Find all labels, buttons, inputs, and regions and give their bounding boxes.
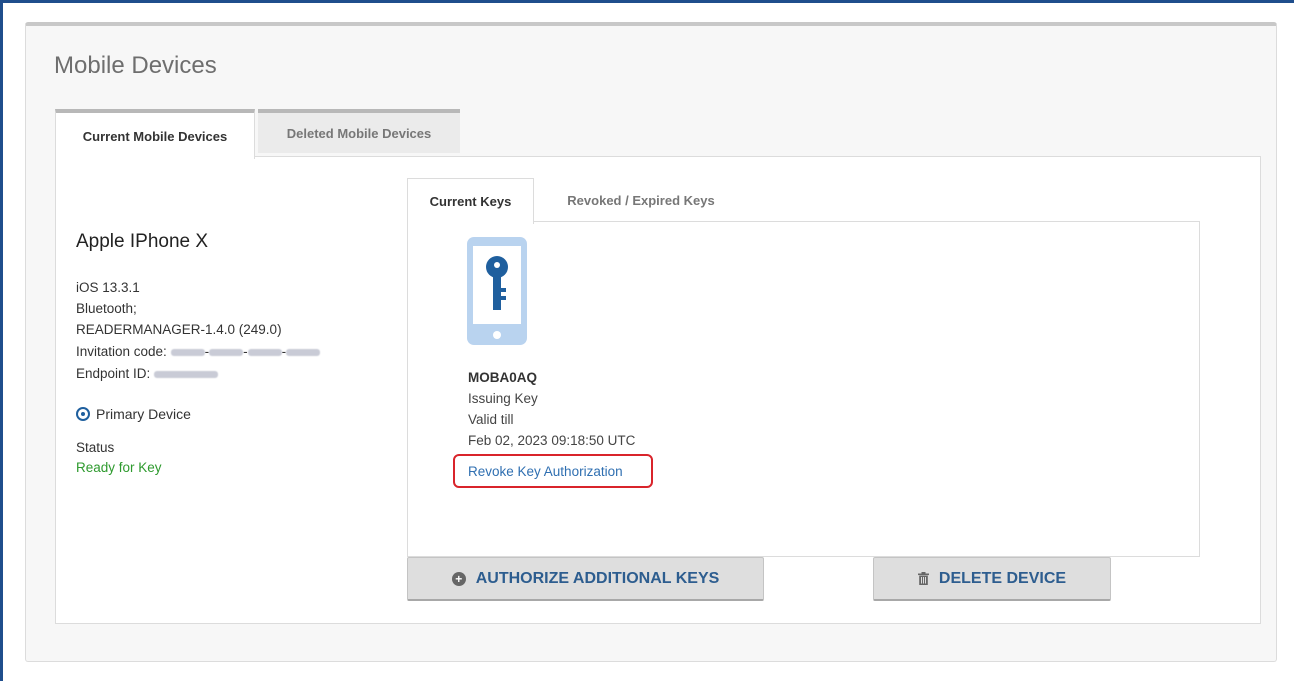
key-state: Issuing Key — [468, 391, 538, 406]
tab-current-mobile-devices[interactable]: Current Mobile Devices — [55, 109, 255, 159]
key-id: MOBA0AQ — [468, 370, 538, 385]
primary-device-radio-icon[interactable] — [76, 407, 90, 421]
invitation-code-label: Invitation code: — [76, 344, 167, 359]
device-connection: Bluetooth; — [76, 301, 137, 316]
window-frame-left — [0, 0, 3, 681]
mobile-devices-panel: Mobile Devices Current Mobile Devices De… — [25, 22, 1277, 662]
endpoint-id-redacted — [154, 370, 219, 378]
status-value: Ready for Key — [76, 460, 162, 475]
device-os: iOS 13.3.1 — [76, 280, 140, 295]
authorize-button-label: AUTHORIZE ADDITIONAL KEYS — [475, 569, 720, 587]
status-label: Status — [76, 440, 115, 455]
device-name: Apple IPhone X — [76, 231, 209, 252]
page-title: Mobile Devices — [54, 52, 217, 79]
delete-device-button[interactable]: DELETE DEVICE — [873, 557, 1111, 601]
tab-revoked-expired-keys[interactable]: Revoked / Expired Keys — [536, 178, 746, 222]
key-valid-label: Valid till — [468, 412, 514, 427]
primary-device-label: Primary Device — [96, 406, 191, 422]
mobile-key-icon — [467, 237, 527, 345]
tab-deleted-mobile-devices[interactable]: Deleted Mobile Devices — [258, 109, 460, 153]
invitation-code-redacted: --- — [170, 344, 321, 359]
key-valid-date: Feb 02, 2023 09:18:50 UTC — [468, 433, 636, 448]
revoke-key-authorization-link[interactable]: Revoke Key Authorization — [453, 454, 653, 488]
trash-icon — [917, 572, 929, 585]
device-app-version: READERMANAGER-1.4.0 (249.0) — [76, 322, 282, 337]
authorize-additional-keys-button[interactable]: + AUTHORIZE ADDITIONAL KEYS — [407, 557, 764, 601]
invitation-code: Invitation code: --- — [76, 344, 321, 359]
tab-current-keys[interactable]: Current Keys — [407, 178, 534, 224]
delete-button-label: DELETE DEVICE — [938, 569, 1067, 587]
endpoint-id: Endpoint ID: — [76, 366, 219, 381]
endpoint-id-label: Endpoint ID: — [76, 366, 151, 381]
plus-circle-icon: + — [451, 571, 466, 586]
primary-device[interactable]: Primary Device — [76, 406, 191, 422]
window-frame-top — [0, 0, 1294, 3]
